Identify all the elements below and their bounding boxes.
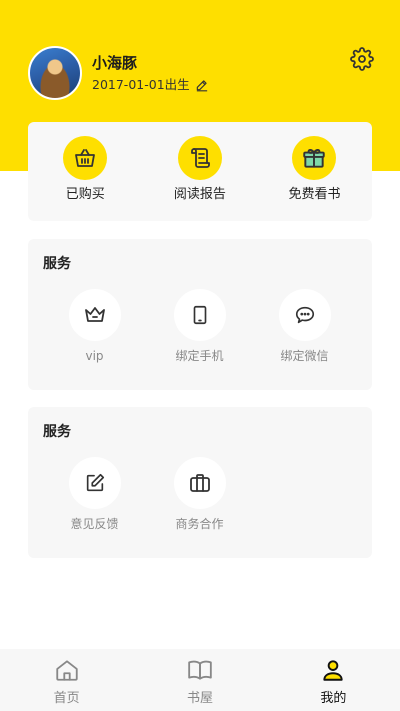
services-card-2: 服务 意见反馈 商务合作 bbox=[28, 407, 372, 558]
quick-item-label: 阅读报告 bbox=[173, 187, 226, 202]
service-bind-phone[interactable]: 绑定手机 bbox=[147, 289, 252, 364]
tab-label: 我的 bbox=[320, 691, 347, 706]
services-title: 服务 bbox=[43, 424, 71, 440]
quick-item-label: 已购买 bbox=[65, 187, 105, 202]
profile-text: 小海豚 2017-01-01出生 bbox=[92, 53, 209, 93]
quick-item-label: 免费看书 bbox=[288, 187, 341, 202]
quick-item-purchased[interactable]: 已购买 bbox=[28, 136, 143, 204]
services-row: vip 绑定手机 绑定微信 bbox=[28, 289, 372, 364]
profile-section: 小海豚 2017-01-01出生 bbox=[28, 45, 209, 101]
service-label: 意见反馈 bbox=[70, 517, 119, 531]
services-title: 服务 bbox=[43, 256, 71, 272]
service-label: vip bbox=[85, 349, 104, 363]
service-label: 绑定手机 bbox=[175, 349, 224, 363]
scroll-icon bbox=[177, 136, 222, 180]
book-icon bbox=[187, 657, 213, 687]
quick-item-free-books[interactable]: 免费看书 bbox=[257, 136, 372, 204]
quick-actions-card: 已购买 阅读报告 免费看书 bbox=[28, 122, 372, 221]
gear-icon[interactable] bbox=[350, 47, 374, 71]
service-label: 绑定微信 bbox=[280, 349, 329, 363]
service-bind-wechat[interactable]: 绑定微信 bbox=[252, 289, 357, 364]
tab-label: 首页 bbox=[53, 691, 80, 706]
phone-icon bbox=[173, 289, 226, 341]
birth-date: 2017-01-01出生 bbox=[92, 77, 190, 92]
services-card-1: 服务 vip 绑定手机 绑定微信 bbox=[28, 239, 372, 390]
quick-item-reading-report[interactable]: 阅读报告 bbox=[143, 136, 258, 204]
tab-label: 书屋 bbox=[186, 691, 213, 706]
basket-icon bbox=[63, 136, 108, 180]
crown-icon bbox=[68, 289, 121, 341]
services-row: 意见反馈 商务合作 bbox=[28, 457, 372, 532]
chat-bubble-icon bbox=[278, 289, 331, 341]
pencil-icon[interactable] bbox=[195, 78, 209, 92]
bottom-tab-bar: 首页 书屋 我的 bbox=[0, 649, 400, 711]
quick-actions-row: 已购买 阅读报告 免费看书 bbox=[28, 136, 372, 204]
tab-mine[interactable]: 我的 bbox=[267, 649, 400, 711]
service-feedback[interactable]: 意见反馈 bbox=[42, 457, 147, 532]
home-icon bbox=[54, 657, 80, 687]
service-vip[interactable]: vip bbox=[42, 289, 147, 364]
tab-bookshelf[interactable]: 书屋 bbox=[133, 649, 266, 711]
service-business[interactable]: 商务合作 bbox=[147, 457, 252, 532]
gift-icon bbox=[292, 136, 337, 180]
tab-home[interactable]: 首页 bbox=[0, 649, 133, 711]
service-label: 商务合作 bbox=[175, 517, 224, 531]
briefcase-icon bbox=[173, 457, 226, 509]
avatar[interactable] bbox=[28, 46, 82, 100]
birth-row[interactable]: 2017-01-01出生 bbox=[92, 76, 209, 93]
username: 小海豚 bbox=[92, 54, 138, 72]
user-icon bbox=[320, 657, 346, 687]
edit-note-icon bbox=[68, 457, 121, 509]
